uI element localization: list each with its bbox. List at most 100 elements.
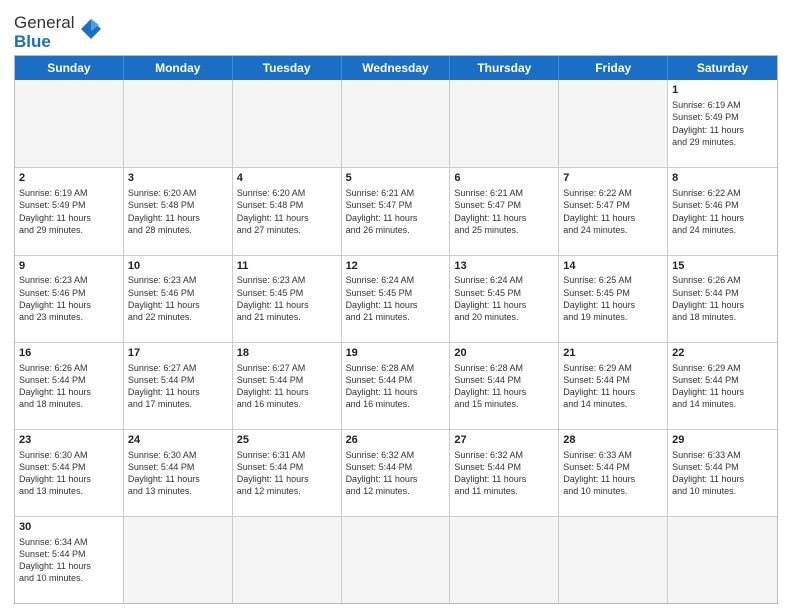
day-number: 27 [454,433,554,448]
calendar-cell [233,517,342,603]
calendar-row-5: 30Sunrise: 6:34 AM Sunset: 5:44 PM Dayli… [15,516,777,603]
day-number: 6 [454,171,554,186]
cell-info: Sunrise: 6:21 AM Sunset: 5:47 PM Dayligh… [454,187,554,236]
calendar-cell: 6Sunrise: 6:21 AM Sunset: 5:47 PM Daylig… [450,168,559,254]
calendar-cell [342,517,451,603]
cell-info: Sunrise: 6:20 AM Sunset: 5:48 PM Dayligh… [128,187,228,236]
weekday-header-monday: Monday [124,56,233,80]
day-number: 1 [672,83,773,98]
logo-icon [77,15,105,43]
weekday-header-sunday: Sunday [15,56,124,80]
day-number: 16 [19,346,119,361]
day-number: 19 [346,346,446,361]
weekday-header-tuesday: Tuesday [233,56,342,80]
page: General Blue SundayMondayTuesdayWednesda… [0,0,792,612]
day-number: 13 [454,259,554,274]
calendar-cell: 26Sunrise: 6:32 AM Sunset: 5:44 PM Dayli… [342,430,451,516]
day-number: 8 [672,171,773,186]
calendar-cell [233,80,342,167]
calendar-cell: 20Sunrise: 6:28 AM Sunset: 5:44 PM Dayli… [450,343,559,429]
calendar-row-4: 23Sunrise: 6:30 AM Sunset: 5:44 PM Dayli… [15,429,777,516]
calendar-header: SundayMondayTuesdayWednesdayThursdayFrid… [15,56,777,80]
calendar-row-0: 1Sunrise: 6:19 AM Sunset: 5:49 PM Daylig… [15,80,777,167]
day-number: 17 [128,346,228,361]
calendar-cell: 29Sunrise: 6:33 AM Sunset: 5:44 PM Dayli… [668,430,777,516]
day-number: 15 [672,259,773,274]
cell-info: Sunrise: 6:31 AM Sunset: 5:44 PM Dayligh… [237,449,337,498]
calendar-cell [559,517,668,603]
day-number: 11 [237,259,337,274]
cell-info: Sunrise: 6:26 AM Sunset: 5:44 PM Dayligh… [672,274,773,323]
day-number: 2 [19,171,119,186]
cell-info: Sunrise: 6:32 AM Sunset: 5:44 PM Dayligh… [454,449,554,498]
day-number: 12 [346,259,446,274]
day-number: 7 [563,171,663,186]
calendar-cell: 1Sunrise: 6:19 AM Sunset: 5:49 PM Daylig… [668,80,777,167]
day-number: 23 [19,433,119,448]
calendar-cell: 12Sunrise: 6:24 AM Sunset: 5:45 PM Dayli… [342,256,451,342]
header: General Blue [14,10,778,51]
cell-info: Sunrise: 6:28 AM Sunset: 5:44 PM Dayligh… [346,362,446,411]
day-number: 10 [128,259,228,274]
calendar-row-3: 16Sunrise: 6:26 AM Sunset: 5:44 PM Dayli… [15,342,777,429]
cell-info: Sunrise: 6:29 AM Sunset: 5:44 PM Dayligh… [672,362,773,411]
logo: General Blue [14,14,105,51]
calendar-cell: 5Sunrise: 6:21 AM Sunset: 5:47 PM Daylig… [342,168,451,254]
calendar-cell: 2Sunrise: 6:19 AM Sunset: 5:49 PM Daylig… [15,168,124,254]
day-number: 21 [563,346,663,361]
cell-info: Sunrise: 6:30 AM Sunset: 5:44 PM Dayligh… [128,449,228,498]
cell-info: Sunrise: 6:19 AM Sunset: 5:49 PM Dayligh… [672,99,773,148]
cell-info: Sunrise: 6:29 AM Sunset: 5:44 PM Dayligh… [563,362,663,411]
cell-info: Sunrise: 6:19 AM Sunset: 5:49 PM Dayligh… [19,187,119,236]
cell-info: Sunrise: 6:23 AM Sunset: 5:46 PM Dayligh… [128,274,228,323]
cell-info: Sunrise: 6:27 AM Sunset: 5:44 PM Dayligh… [237,362,337,411]
weekday-header-thursday: Thursday [450,56,559,80]
calendar-cell: 24Sunrise: 6:30 AM Sunset: 5:44 PM Dayli… [124,430,233,516]
cell-info: Sunrise: 6:25 AM Sunset: 5:45 PM Dayligh… [563,274,663,323]
calendar-cell: 7Sunrise: 6:22 AM Sunset: 5:47 PM Daylig… [559,168,668,254]
day-number: 4 [237,171,337,186]
cell-info: Sunrise: 6:20 AM Sunset: 5:48 PM Dayligh… [237,187,337,236]
calendar-cell: 30Sunrise: 6:34 AM Sunset: 5:44 PM Dayli… [15,517,124,603]
day-number: 5 [346,171,446,186]
calendar-cell: 22Sunrise: 6:29 AM Sunset: 5:44 PM Dayli… [668,343,777,429]
cell-info: Sunrise: 6:24 AM Sunset: 5:45 PM Dayligh… [454,274,554,323]
day-number: 29 [672,433,773,448]
calendar-cell: 8Sunrise: 6:22 AM Sunset: 5:46 PM Daylig… [668,168,777,254]
day-number: 22 [672,346,773,361]
calendar-cell: 14Sunrise: 6:25 AM Sunset: 5:45 PM Dayli… [559,256,668,342]
calendar-cell: 23Sunrise: 6:30 AM Sunset: 5:44 PM Dayli… [15,430,124,516]
day-number: 28 [563,433,663,448]
calendar-cell [15,80,124,167]
calendar-row-1: 2Sunrise: 6:19 AM Sunset: 5:49 PM Daylig… [15,167,777,254]
cell-info: Sunrise: 6:28 AM Sunset: 5:44 PM Dayligh… [454,362,554,411]
cell-info: Sunrise: 6:22 AM Sunset: 5:46 PM Dayligh… [672,187,773,236]
weekday-header-wednesday: Wednesday [342,56,451,80]
calendar-cell: 16Sunrise: 6:26 AM Sunset: 5:44 PM Dayli… [15,343,124,429]
calendar-cell: 9Sunrise: 6:23 AM Sunset: 5:46 PM Daylig… [15,256,124,342]
calendar-cell: 4Sunrise: 6:20 AM Sunset: 5:48 PM Daylig… [233,168,342,254]
calendar-cell: 21Sunrise: 6:29 AM Sunset: 5:44 PM Dayli… [559,343,668,429]
calendar-cell: 28Sunrise: 6:33 AM Sunset: 5:44 PM Dayli… [559,430,668,516]
calendar-row-2: 9Sunrise: 6:23 AM Sunset: 5:46 PM Daylig… [15,255,777,342]
calendar-cell: 15Sunrise: 6:26 AM Sunset: 5:44 PM Dayli… [668,256,777,342]
cell-info: Sunrise: 6:32 AM Sunset: 5:44 PM Dayligh… [346,449,446,498]
logo-general: General [14,13,74,32]
calendar-cell [559,80,668,167]
cell-info: Sunrise: 6:23 AM Sunset: 5:45 PM Dayligh… [237,274,337,323]
cell-info: Sunrise: 6:33 AM Sunset: 5:44 PM Dayligh… [563,449,663,498]
calendar-cell [668,517,777,603]
calendar-body: 1Sunrise: 6:19 AM Sunset: 5:49 PM Daylig… [15,80,777,603]
cell-info: Sunrise: 6:34 AM Sunset: 5:44 PM Dayligh… [19,536,119,585]
day-number: 30 [19,520,119,535]
calendar: SundayMondayTuesdayWednesdayThursdayFrid… [14,55,778,604]
calendar-cell: 19Sunrise: 6:28 AM Sunset: 5:44 PM Dayli… [342,343,451,429]
day-number: 18 [237,346,337,361]
weekday-header-friday: Friday [559,56,668,80]
calendar-cell: 11Sunrise: 6:23 AM Sunset: 5:45 PM Dayli… [233,256,342,342]
cell-info: Sunrise: 6:30 AM Sunset: 5:44 PM Dayligh… [19,449,119,498]
day-number: 26 [346,433,446,448]
calendar-cell [450,80,559,167]
calendar-cell [342,80,451,167]
cell-info: Sunrise: 6:22 AM Sunset: 5:47 PM Dayligh… [563,187,663,236]
